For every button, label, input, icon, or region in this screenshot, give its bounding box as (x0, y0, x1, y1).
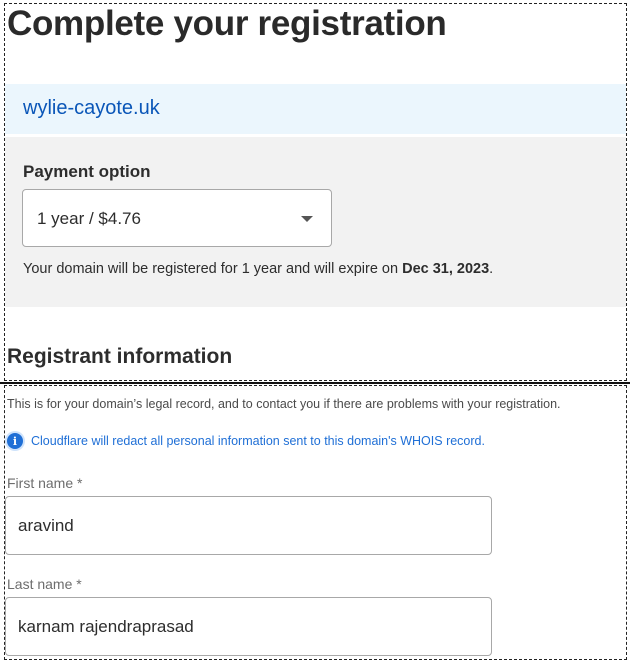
whois-notice-text: Cloudflare will redact all personal info… (31, 434, 485, 448)
first-name-field[interactable]: aravind (5, 496, 492, 555)
last-name-field[interactable]: karnam rajendraprasad (5, 597, 492, 656)
chevron-down-icon (301, 216, 313, 222)
payment-panel: Payment option 1 year / $4.76 Your domai… (5, 137, 626, 307)
page-title: Complete your registration (7, 4, 447, 43)
info-icon: i (7, 433, 23, 449)
payment-option-value: 1 year / $4.76 (37, 209, 141, 228)
expiry-note-end: . (489, 261, 494, 277)
first-name-value: aravind (18, 516, 74, 535)
last-name-value: karnam rajendraprasad (18, 617, 194, 636)
whois-notice: i Cloudflare will redact all personal in… (7, 431, 485, 451)
payment-option-select[interactable]: 1 year / $4.76 (22, 189, 332, 247)
divider-line (0, 382, 630, 384)
payment-option-label: Payment option (23, 162, 151, 181)
last-name-label: Last name * (7, 576, 82, 592)
domain-name: wylie-cayote.uk (23, 97, 160, 119)
domain-banner: wylie-cayote.uk (5, 84, 626, 134)
first-name-label: First name * (7, 475, 83, 491)
expiry-date: Dec 31, 2023 (402, 261, 490, 277)
expiry-note-text: Your domain will be registered for 1 yea… (23, 261, 403, 277)
registrant-description: This is for your domain’s legal record, … (7, 397, 561, 411)
registrant-section-title: Registrant information (7, 345, 233, 368)
expiry-note: Your domain will be registered for 1 yea… (23, 261, 493, 277)
